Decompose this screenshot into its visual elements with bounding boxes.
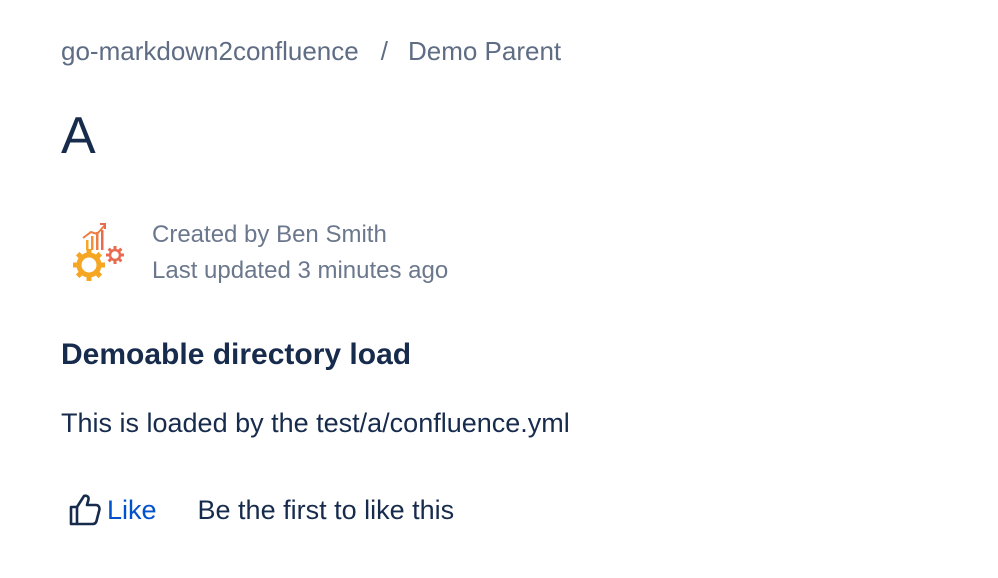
content-paragraph: This is loaded by the test/a/confluence.… — [61, 408, 570, 438]
content-heading: Demoable directory load — [61, 338, 412, 371]
breadcrumb-separator: / — [380, 36, 388, 66]
page-byline: Created by Ben Smith Last updated 3 minu… — [71, 220, 448, 289]
like-row: Like Be the first to like this — [67, 492, 454, 528]
byline-text: Created by Ben Smith Last updated 3 minu… — [152, 217, 448, 289]
breadcrumb-item-space[interactable]: go-markdown2confluence — [61, 36, 359, 67]
breadcrumb: go-markdown2confluence / Demo Parent — [61, 36, 561, 67]
analytics-gears-icon[interactable] — [71, 220, 127, 284]
page-title: A — [61, 107, 96, 165]
breadcrumb-item-parent[interactable]: Demo Parent — [408, 36, 561, 67]
like-label: Like — [107, 494, 157, 525]
created-by-text: Created by Ben Smith — [152, 221, 387, 248]
thumbs-up-icon — [69, 494, 101, 526]
last-updated-text: Last updated 3 minutes ago — [152, 257, 449, 284]
like-summary: Be the first to like this — [197, 494, 455, 525]
like-button[interactable]: Like — [67, 492, 157, 528]
